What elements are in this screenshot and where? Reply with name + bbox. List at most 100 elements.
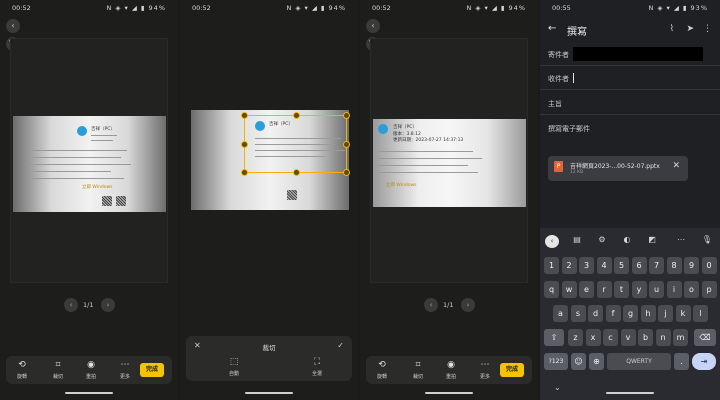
mic-off-icon[interactable]: 🎙 <box>700 235 714 244</box>
check-icon[interactable]: ✓ <box>337 341 344 350</box>
enter-key[interactable]: ⇥ <box>692 353 716 370</box>
to-field[interactable]: 收件者 <box>540 68 720 90</box>
key-s[interactable]: s <box>570 305 586 322</box>
done-button[interactable]: 完成 <box>140 363 164 377</box>
crop-handle[interactable] <box>293 169 300 176</box>
doc-date: 更新日期：2023-07-27 14:37:13 <box>393 138 464 143</box>
attachment-chip[interactable]: P 吉祥網頁2023-...00-52-07.pptx 12 KB ✕ <box>548 156 688 181</box>
crop-handle[interactable] <box>343 169 350 176</box>
key-m[interactable]: m <box>673 329 688 346</box>
key-c[interactable]: c <box>603 329 618 346</box>
crop-button[interactable]: ⌗ 裁切 <box>406 360 430 380</box>
home-indicator <box>245 392 293 394</box>
retake-button[interactable]: ◉ 重拍 <box>79 360 103 380</box>
send-icon[interactable]: ➤ <box>686 24 694 34</box>
next-page-icon[interactable]: › <box>101 298 115 312</box>
from-field[interactable]: 寄件者 <box>540 44 720 66</box>
sticker-icon[interactable]: ◩ <box>645 235 659 244</box>
crop-handle[interactable] <box>241 112 248 119</box>
key-f[interactable]: f <box>605 305 621 322</box>
key-1[interactable]: 1 <box>544 257 559 274</box>
hide-keyboard-icon[interactable]: ⌄ <box>554 383 561 392</box>
crop-handle[interactable] <box>293 112 300 119</box>
key-k[interactable]: k <box>675 305 691 322</box>
qr-code <box>116 196 126 206</box>
key-q[interactable]: q <box>544 281 559 298</box>
key-6[interactable]: 6 <box>631 257 647 274</box>
key-v[interactable]: v <box>620 329 636 346</box>
key-2[interactable]: 2 <box>561 257 577 274</box>
key-0[interactable]: 0 <box>701 257 717 274</box>
key-8[interactable]: 8 <box>666 257 682 274</box>
clipboard-icon[interactable]: ▤ <box>570 235 584 244</box>
rotate-button[interactable]: ⟲ 旋轉 <box>10 360 34 380</box>
body-field[interactable]: 撰寫電子郵件 <box>540 118 720 140</box>
key-9[interactable]: 9 <box>684 257 699 274</box>
full-crop-button[interactable]: ⛶ 全選 <box>302 357 332 377</box>
key-u[interactable]: u <box>649 281 664 298</box>
key-g[interactable]: g <box>623 305 638 322</box>
period-key[interactable]: . <box>674 353 689 370</box>
globe-key[interactable]: ⊕ <box>589 353 604 370</box>
key-3[interactable]: 3 <box>579 257 594 274</box>
crop-handle[interactable] <box>241 169 248 176</box>
collapse-toolbar-icon[interactable]: ‹ <box>545 235 559 248</box>
symbols-key[interactable]: ?123 <box>544 353 568 370</box>
theme-icon[interactable]: ◐ <box>620 235 634 244</box>
prev-page-icon[interactable]: ‹ <box>424 298 438 312</box>
done-button[interactable]: 完成 <box>500 363 524 377</box>
key-y[interactable]: y <box>631 281 647 298</box>
scan-canvas: 吉祥（PC） 版本：3.8.12 更新日期：2023-07-27 14:37:1… <box>370 38 528 283</box>
retake-button[interactable]: ◉ 重拍 <box>439 360 463 380</box>
crop-frame[interactable] <box>241 112 350 176</box>
rotate-button[interactable]: ⟲ 旋轉 <box>370 360 394 380</box>
key-a[interactable]: a <box>553 305 568 322</box>
key-i[interactable]: i <box>666 281 682 298</box>
key-l[interactable]: l <box>693 305 708 322</box>
status-time: 00:52 <box>12 4 31 12</box>
crop-handle[interactable] <box>343 141 350 148</box>
key-o[interactable]: o <box>684 281 699 298</box>
attach-icon[interactable]: ⌇ <box>670 24 674 34</box>
page-indicator: 1/1 <box>443 301 454 309</box>
key-d[interactable]: d <box>588 305 603 322</box>
emoji-key[interactable]: ☺ <box>571 353 586 370</box>
key-z[interactable]: z <box>568 329 583 346</box>
more-button[interactable]: ⋯ 更多 <box>473 360 497 380</box>
key-e[interactable]: e <box>579 281 594 298</box>
back-icon[interactable]: ‹ <box>6 19 20 33</box>
crop-handle[interactable] <box>343 112 350 119</box>
rotate-icon: ⟲ <box>378 360 386 370</box>
prev-page-icon[interactable]: ‹ <box>64 298 78 312</box>
key-backspace[interactable]: ⌫ <box>694 329 716 346</box>
crop-button[interactable]: ⌗ 裁切 <box>46 360 70 380</box>
key-n[interactable]: n <box>655 329 671 346</box>
key-b[interactable]: b <box>638 329 653 346</box>
more-button[interactable]: ⋯ 更多 <box>113 360 137 380</box>
key-h[interactable]: h <box>640 305 656 322</box>
next-page-icon[interactable]: › <box>461 298 475 312</box>
overflow-menu-icon[interactable]: ⋮ <box>703 24 712 34</box>
auto-crop-icon: ⬚ <box>229 357 239 367</box>
text-cursor <box>573 73 574 83</box>
space-key[interactable]: QWERTY <box>607 353 671 370</box>
crop-handle[interactable] <box>241 141 248 148</box>
subject-field[interactable]: 主旨 <box>540 93 720 115</box>
key-x[interactable]: x <box>585 329 601 346</box>
key-4[interactable]: 4 <box>596 257 612 274</box>
back-icon[interactable]: ‹ <box>366 19 380 33</box>
pager: ‹ 1/1 › <box>0 298 178 314</box>
key-7[interactable]: 7 <box>649 257 664 274</box>
remove-attachment-icon[interactable]: ✕ <box>672 161 680 171</box>
key-p[interactable]: p <box>701 281 717 298</box>
back-arrow-icon[interactable]: ← <box>548 23 556 34</box>
settings-icon[interactable]: ⚙ <box>595 235 609 244</box>
key-r[interactable]: r <box>596 281 612 298</box>
key-j[interactable]: j <box>658 305 673 322</box>
more-icon[interactable]: ⋯ <box>674 235 688 244</box>
key-shift[interactable]: ⇧ <box>544 329 564 346</box>
auto-crop-button[interactable]: ⬚ 自動 <box>219 357 249 377</box>
key-w[interactable]: w <box>561 281 577 298</box>
key-t[interactable]: t <box>614 281 629 298</box>
key-5[interactable]: 5 <box>614 257 629 274</box>
